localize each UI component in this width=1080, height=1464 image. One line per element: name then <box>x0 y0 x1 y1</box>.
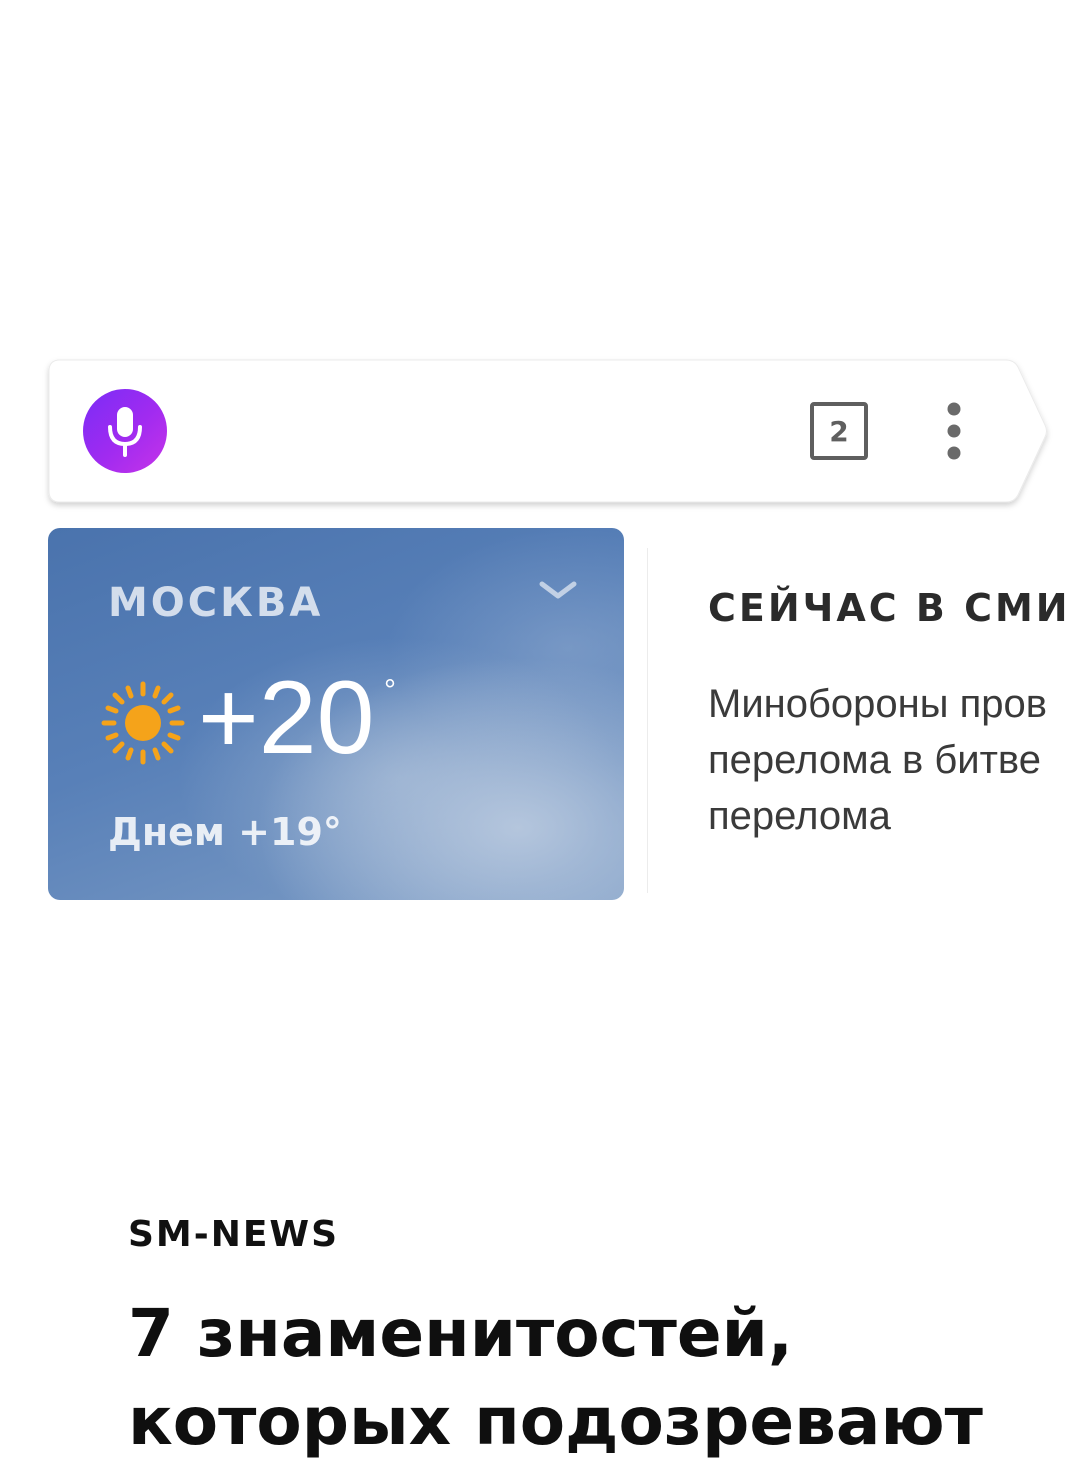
tabs-count: 2 <box>829 414 849 448</box>
temperature-degree: ° <box>384 674 396 707</box>
current-temperature: +20 <box>198 660 375 776</box>
day-forecast: Днем +19° <box>108 810 342 854</box>
search-bar-shape <box>48 359 1047 503</box>
card-divider <box>647 548 648 893</box>
microphone-icon <box>108 407 142 457</box>
page: 2 МОСКВА +20 ° Днем +19° СЕЙЧАС В СМИ Ми… <box>0 0 1080 1464</box>
more-vertical-icon <box>947 402 961 460</box>
news-headline[interactable]: Минобороны пров перелома в битве перелом… <box>708 676 1080 844</box>
weather-city: МОСКВА <box>108 580 324 626</box>
article-source: SM-NEWS <box>128 1214 340 1255</box>
voice-assistant-button[interactable] <box>83 389 167 473</box>
tabs-counter-button[interactable]: 2 <box>810 402 868 460</box>
chevron-down-icon[interactable] <box>538 578 578 602</box>
sun-icon <box>101 681 185 765</box>
news-heading: СЕЙЧАС В СМИ <box>708 586 1071 630</box>
weather-card[interactable]: МОСКВА +20 ° Днем +19° <box>48 528 624 900</box>
more-menu-button[interactable] <box>928 399 978 463</box>
search-bar[interactable]: 2 <box>48 359 1048 503</box>
article-title[interactable]: 7 знаменитостей, которых подозревают <box>128 1290 1028 1464</box>
